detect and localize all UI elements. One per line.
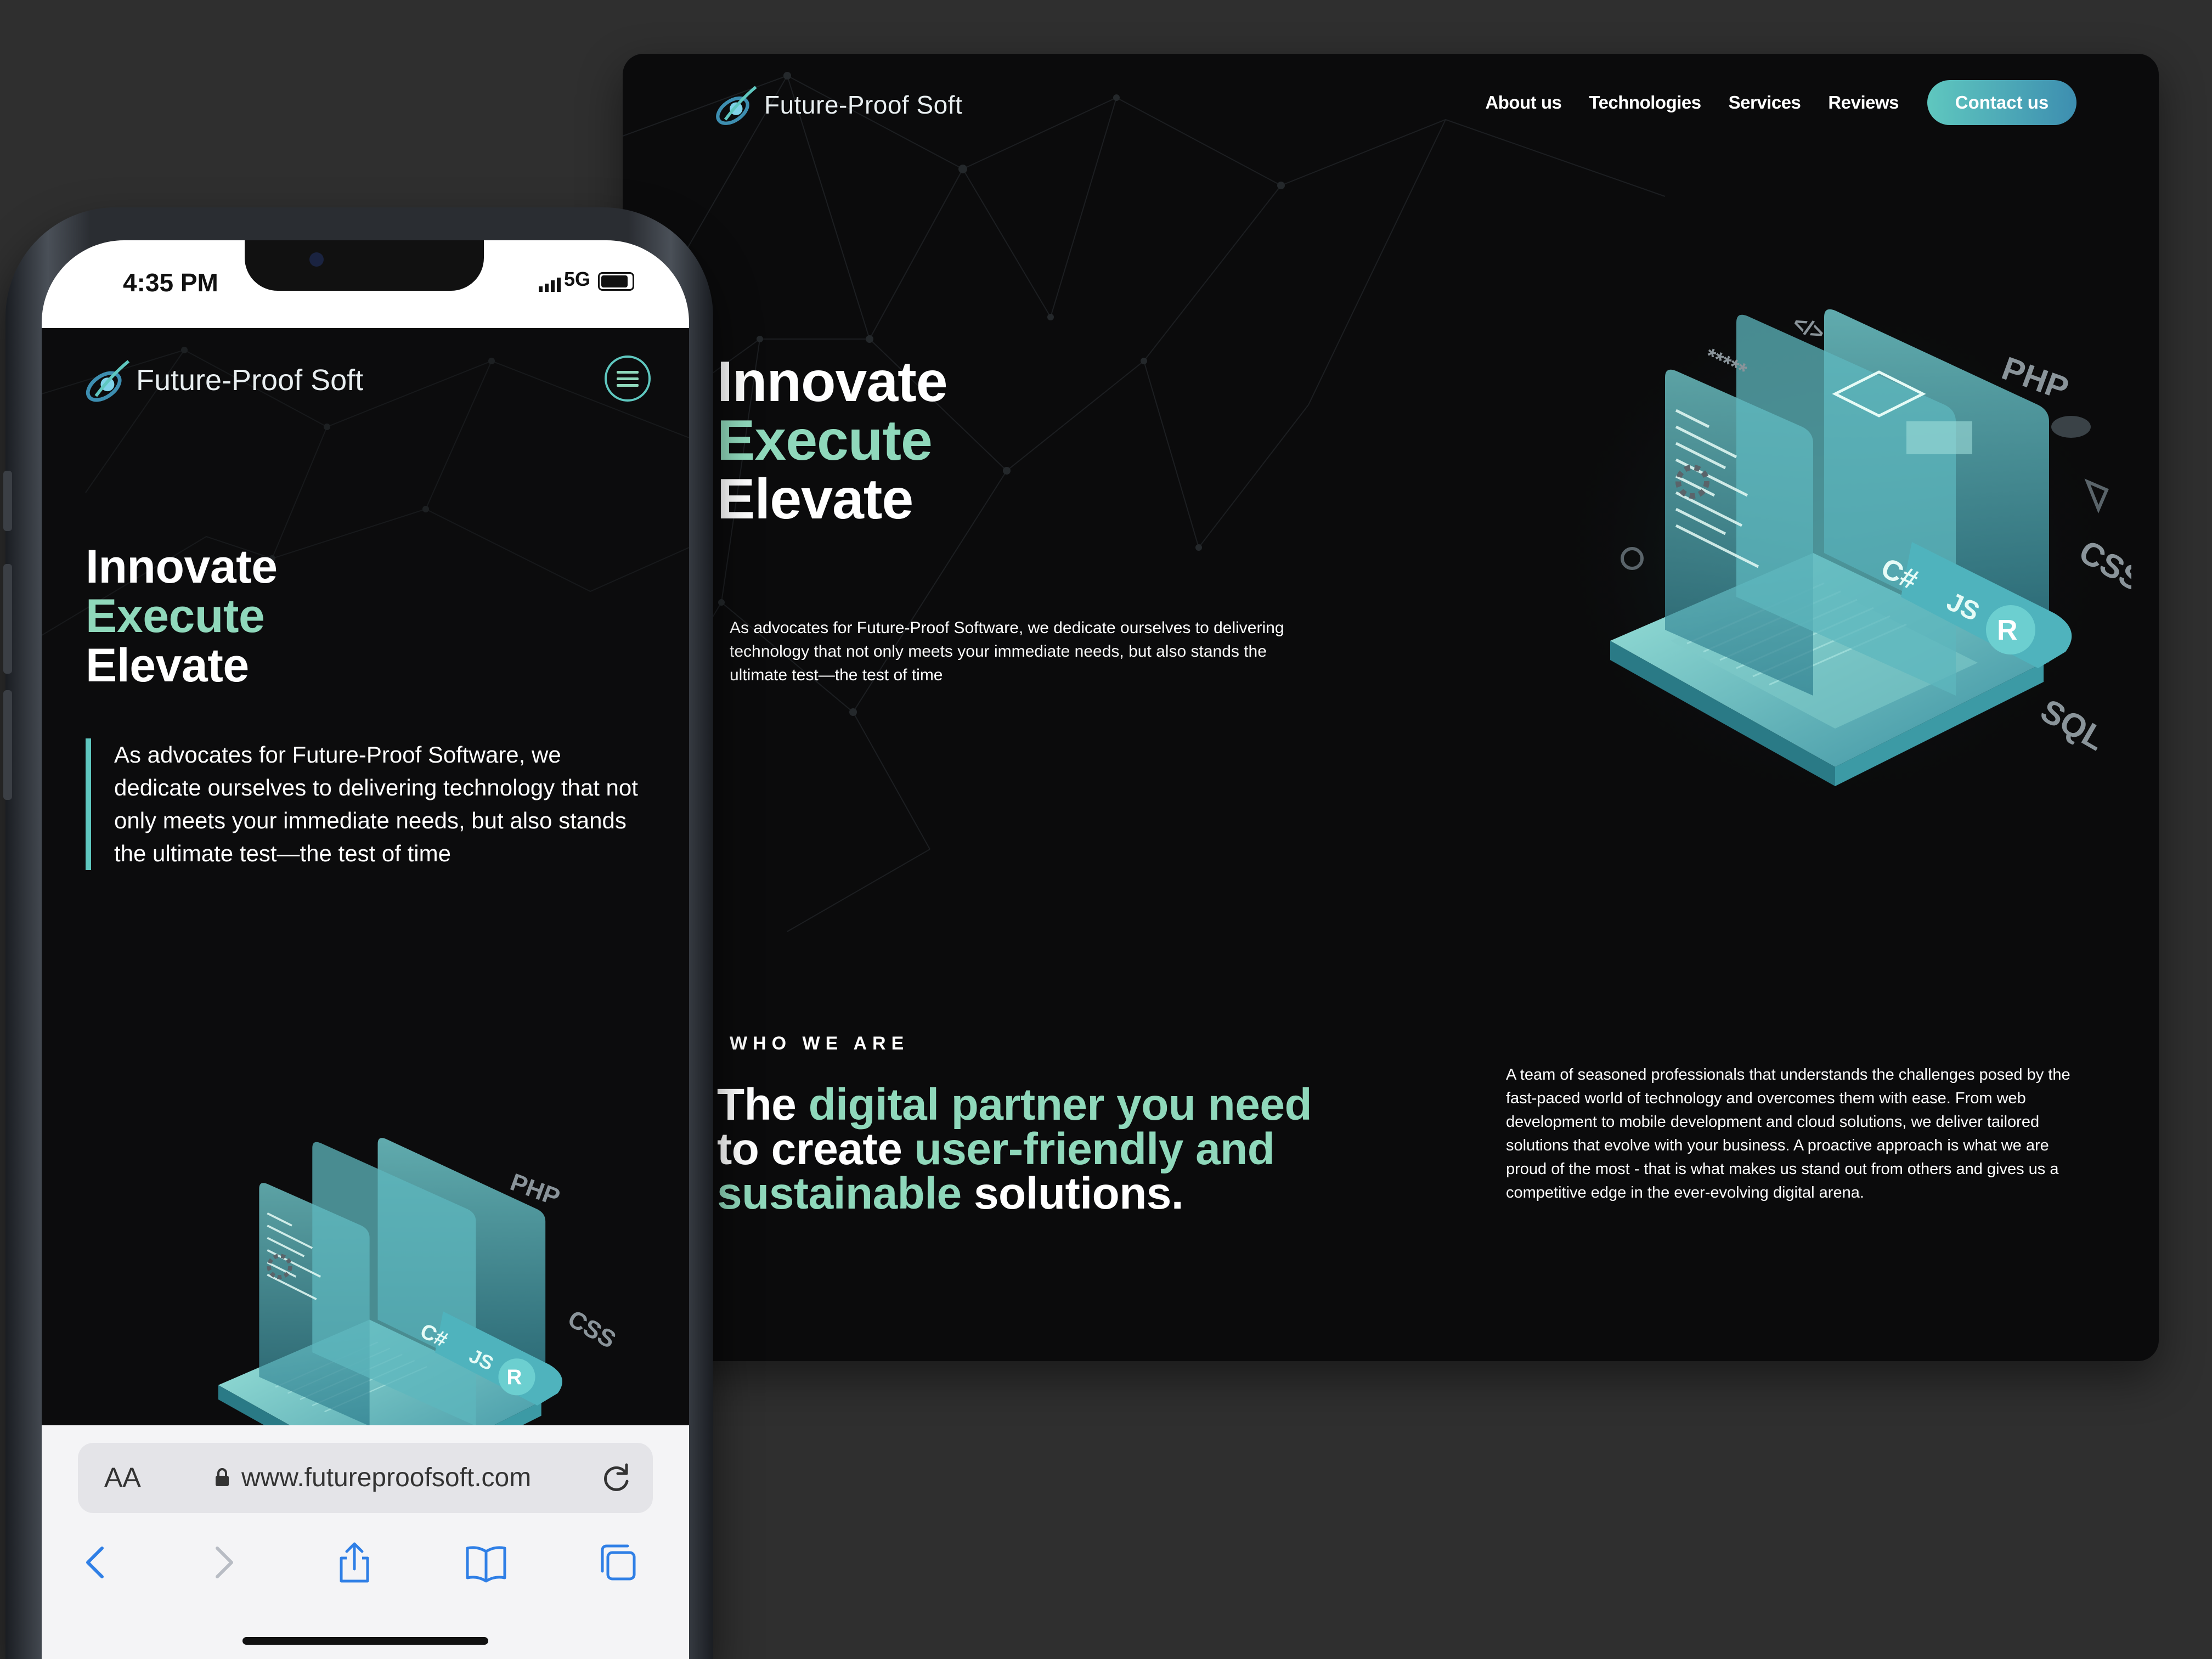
reload-icon[interactable] — [598, 1459, 634, 1496]
tagline-part-2: digital partner you need — [808, 1080, 1312, 1130]
logo-icon — [86, 360, 130, 402]
notch — [245, 240, 484, 291]
bookmarks-icon[interactable] — [464, 1541, 508, 1584]
mobile-page: Future-Proof Soft Innovate Execute Eleva… — [42, 328, 689, 1425]
volume-down-button — [3, 690, 12, 800]
logo-icon — [716, 86, 757, 125]
desktop-mockup: Future-Proof Soft About us Technologies … — [623, 54, 2159, 1361]
hero-line-innovate: Innovate — [86, 540, 278, 593]
brand-logo[interactable]: Future-Proof Soft — [710, 69, 962, 140]
tagline-part-3: to create — [717, 1124, 915, 1174]
about-paragraph: A team of seasoned professionals that un… — [1506, 1066, 2070, 1201]
signal-icon — [539, 278, 561, 292]
home-indicator[interactable] — [242, 1637, 488, 1645]
status-bar: 4:35 PM 5G — [42, 240, 689, 328]
contact-us-button[interactable]: Contact us — [1927, 80, 2076, 125]
nav-technologies[interactable]: Technologies — [1589, 92, 1701, 113]
side-button — [3, 471, 12, 531]
browser-toolbar: AA www.futureproofsoft.com — [42, 1425, 689, 1659]
css-label: CSS — [563, 1305, 620, 1353]
main-nav: About us Technologies Services Reviews C… — [1458, 72, 2076, 133]
lock-icon — [216, 1468, 229, 1486]
nav-services[interactable]: Services — [1729, 92, 1801, 113]
text-size-button[interactable]: AA — [104, 1462, 141, 1493]
hero-line-elevate: Elevate — [717, 467, 913, 531]
hero-line-execute: Execute — [86, 590, 265, 642]
phone-screen: 4:35 PM 5G Future-Proof Soft Innovate Ex… — [42, 240, 689, 1659]
who-we-are-heading: The digital partner you need to create u… — [717, 1082, 1348, 1216]
forward-icon[interactable] — [201, 1541, 245, 1584]
hero-line-innovate: Innovate — [717, 350, 948, 414]
tagline-part-1: The — [717, 1080, 809, 1130]
address-bar[interactable]: AA www.futureproofsoft.com — [78, 1443, 653, 1513]
laptop-code-illustration: R JS C# PHP CSS SQL — [218, 1138, 620, 1425]
phone-mockup: 4:35 PM 5G Future-Proof Soft Innovate Ex… — [3, 207, 713, 1659]
nav-about-us[interactable]: About us — [1485, 92, 1561, 113]
brand-name: Future-Proof Soft — [764, 91, 963, 119]
brand-logo[interactable]: Future-Proof Soft — [80, 347, 363, 413]
hero-description: As advocates for Future-Proof Software, … — [86, 738, 641, 870]
volume-up-button — [3, 564, 12, 674]
menu-icon[interactable] — [605, 356, 651, 402]
share-icon[interactable] — [332, 1541, 376, 1584]
network-label: 5G — [563, 268, 590, 290]
r-label: R — [506, 1365, 522, 1389]
hero-line-elevate: Elevate — [86, 639, 249, 692]
brand-name: Future-Proof Soft — [136, 364, 364, 397]
who-we-are-label: WHO WE ARE — [730, 1033, 910, 1054]
tabs-icon[interactable] — [596, 1541, 640, 1584]
hero-heading: Innovate Execute Elevate — [717, 350, 948, 531]
laptop-code-illustration: R JS C# PHP CSS SQL ***** </> — [1550, 295, 2131, 811]
cloud-icon — [2051, 416, 2091, 438]
camera-icon — [309, 252, 324, 267]
hero-heading: Innovate Execute Elevate — [86, 542, 278, 690]
back-icon[interactable] — [75, 1541, 119, 1584]
url-text[interactable]: www.futureproofsoft.com — [241, 1463, 531, 1493]
status-time: 4:35 PM — [123, 268, 218, 297]
tagline-part-5: solutions. — [961, 1169, 1184, 1218]
hero-line-execute: Execute — [717, 409, 933, 472]
battery-icon — [598, 272, 634, 291]
hero-description: As advocates for Future-Proof Software, … — [730, 619, 1284, 684]
nav-reviews[interactable]: Reviews — [1828, 92, 1899, 113]
r-label: R — [1997, 614, 2018, 646]
